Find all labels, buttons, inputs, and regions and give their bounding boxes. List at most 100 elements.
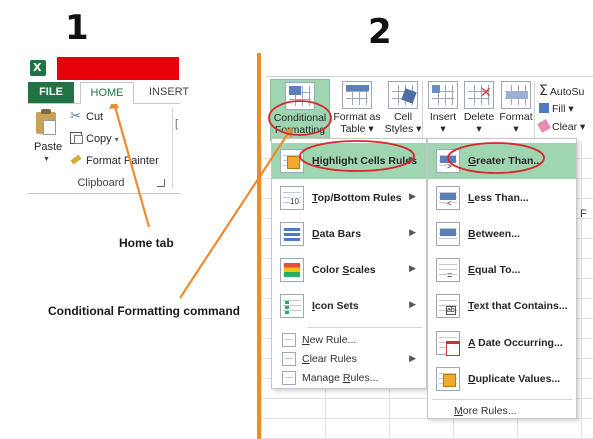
tab-insert[interactable]: INSERT [149, 82, 189, 103]
menu-item-more-rules[interactable]: More Rules... [428, 401, 576, 421]
manage-rules-icon [282, 371, 296, 385]
conditional-formatting-icon [285, 82, 315, 110]
between-label: Between... [468, 228, 520, 240]
title-bar [57, 57, 179, 80]
icon-sets-label: Icon Sets [312, 300, 359, 312]
greater-than-label: Greater Than... [468, 155, 543, 167]
chevron-down-icon: ▼ [43, 156, 50, 163]
autosum-button[interactable]: Σ AutoSu [539, 83, 584, 99]
format-as-table-label-1: Format as [333, 111, 381, 123]
tab-home[interactable]: HOME [80, 82, 134, 104]
clipboard-group: Paste ▼ Cut Copy ▾ Format Painter Clipbo… [28, 103, 180, 193]
group-divider [172, 108, 173, 188]
fill-label: Fill ▾ [552, 103, 574, 115]
cut-label: Cut [86, 111, 104, 123]
manage-rules-label: Manage Rules... [302, 372, 379, 384]
menu-separator [432, 399, 572, 400]
calendar-icon [436, 331, 460, 356]
menu-item-duplicate-values[interactable]: Duplicate Values... [428, 361, 576, 397]
menu-item-clear-rules[interactable]: Clear Rules ▶ [272, 349, 426, 369]
step-number-2: 2 [368, 12, 392, 52]
more-rules-label: More Rules... [454, 405, 517, 417]
menu-item-between[interactable]: Between... [428, 216, 576, 252]
copy-button[interactable]: Copy ▾ [70, 132, 119, 145]
duplicate-values-label: Duplicate Values... [468, 373, 561, 385]
conditional-formatting-menu: Highlight Cells Rules ▶ 10 Top/Bottom Ru… [271, 138, 427, 389]
menu-item-equal-to[interactable]: = Equal To... [428, 252, 576, 288]
chevron-right-icon: ▶ [409, 299, 416, 309]
highlight-cells-rules-label: Highlight Cells Rules [312, 155, 418, 167]
chevron-right-icon: ▶ [409, 353, 416, 363]
ribbon-bottom-border [28, 193, 180, 194]
greater-than-glyph: > [447, 162, 452, 171]
menu-item-highlight-cells-rules[interactable]: Highlight Cells Rules ▶ [272, 143, 426, 179]
conditional-formatting-button[interactable]: Conditional Formatting ▾ [270, 79, 330, 148]
less-than-glyph: < [447, 199, 452, 208]
top-bottom-rules-label: Top/Bottom Rules [312, 192, 402, 204]
menu-item-less-than[interactable]: < Less Than... [428, 180, 576, 216]
cell-styles-button[interactable]: Cell Styles ▾ [384, 79, 422, 141]
color-scales-label: Color Scales [312, 264, 376, 276]
format-as-table-button[interactable]: Format as Table ▾ [332, 79, 382, 141]
less-than-icon: < [436, 186, 460, 210]
insert-caret: ▾ [440, 123, 446, 135]
excel-logo-icon [30, 60, 46, 76]
data-bars-label: Data Bars [312, 228, 362, 240]
eraser-icon [537, 119, 551, 133]
menu-item-icon-sets[interactable]: Icon Sets ▶ [272, 288, 426, 324]
chevron-right-icon: ▶ [409, 154, 416, 164]
menu-item-new-rule[interactable]: New Rule... [272, 330, 426, 350]
cell-styles-label-2: Styles ▾ [384, 123, 422, 135]
menu-item-text-that-contains[interactable]: ab Text that Contains... [428, 288, 576, 324]
fill-button[interactable]: Fill ▾ [539, 103, 574, 115]
menu-item-data-bars[interactable]: Data Bars ▶ [272, 216, 426, 252]
clear-label: Clear ▾ [552, 121, 586, 133]
format-label: Format [499, 111, 533, 123]
text-that-contains-label: Text that Contains... [468, 300, 568, 312]
new-rule-label: New Rule... [302, 334, 357, 346]
chevron-right-icon: ▶ [409, 263, 416, 273]
clear-button[interactable]: Clear ▾ [537, 119, 586, 133]
autosum-label: AutoSu [549, 86, 585, 98]
text-contains-glyph: ab [446, 306, 456, 315]
menu-item-color-scales[interactable]: Color Scales ▶ [272, 252, 426, 288]
menu-item-a-date-occurring[interactable]: A Date Occurring... [428, 325, 576, 361]
insert-label: Insert [429, 111, 457, 123]
menu-item-top-bottom-rules[interactable]: 10 Top/Bottom Rules ▶ [272, 180, 426, 216]
dialog-launcher-icon[interactable] [157, 179, 165, 187]
format-as-table-label-2: Table ▾ [340, 123, 374, 135]
menu-separator [308, 327, 422, 328]
sigma-icon: Σ [539, 83, 548, 99]
greater-than-icon: > [436, 149, 460, 173]
conditional-formatting-annotation: Conditional Formatting command [48, 304, 240, 318]
clear-rules-icon [282, 352, 296, 366]
format-as-table-icon [342, 81, 372, 109]
delete-label: Delete [463, 111, 495, 123]
top-bottom-icon: 10 [280, 186, 304, 210]
chevron-right-icon: ▶ [409, 227, 416, 237]
format-button[interactable]: Format ▾ [498, 79, 534, 141]
conditional-formatting-label-1: Conditional [273, 112, 327, 124]
insert-button[interactable]: Insert ▾ [426, 79, 460, 141]
cut-button[interactable]: Cut [70, 108, 104, 124]
clipboard-icon [36, 109, 56, 135]
format-painter-label: Format Painter [86, 155, 159, 167]
duplicate-values-icon [436, 367, 460, 391]
chevron-right-icon: ▶ [409, 191, 416, 201]
copy-icon [70, 132, 83, 144]
equal-to-label: Equal To... [468, 264, 521, 276]
column-fragment: F [580, 208, 587, 220]
menu-item-manage-rules[interactable]: Manage Rules... [272, 368, 426, 388]
copy-dropdown-caret[interactable]: ▾ [115, 135, 119, 144]
less-than-label: Less Than... [468, 192, 529, 204]
format-painter-button[interactable]: Format Painter [70, 154, 159, 167]
styles-cells-ribbon: Conditional Formatting ▾ Format as Table… [266, 76, 593, 148]
icon-sets-icon [280, 294, 304, 318]
panel-home-tab: FILE HOME INSERT Paste ▼ Cut Copy ▾ Form… [0, 0, 260, 439]
copy-label: Copy [86, 133, 112, 145]
highlight-cells-submenu: > Greater Than... < Less Than... Between… [427, 138, 577, 419]
delete-button[interactable]: Delete ▾ [461, 79, 497, 141]
menu-item-greater-than[interactable]: > Greater Than... [428, 143, 576, 179]
tab-file[interactable]: FILE [28, 82, 74, 103]
home-tab-annotation: Home tab [119, 236, 174, 250]
